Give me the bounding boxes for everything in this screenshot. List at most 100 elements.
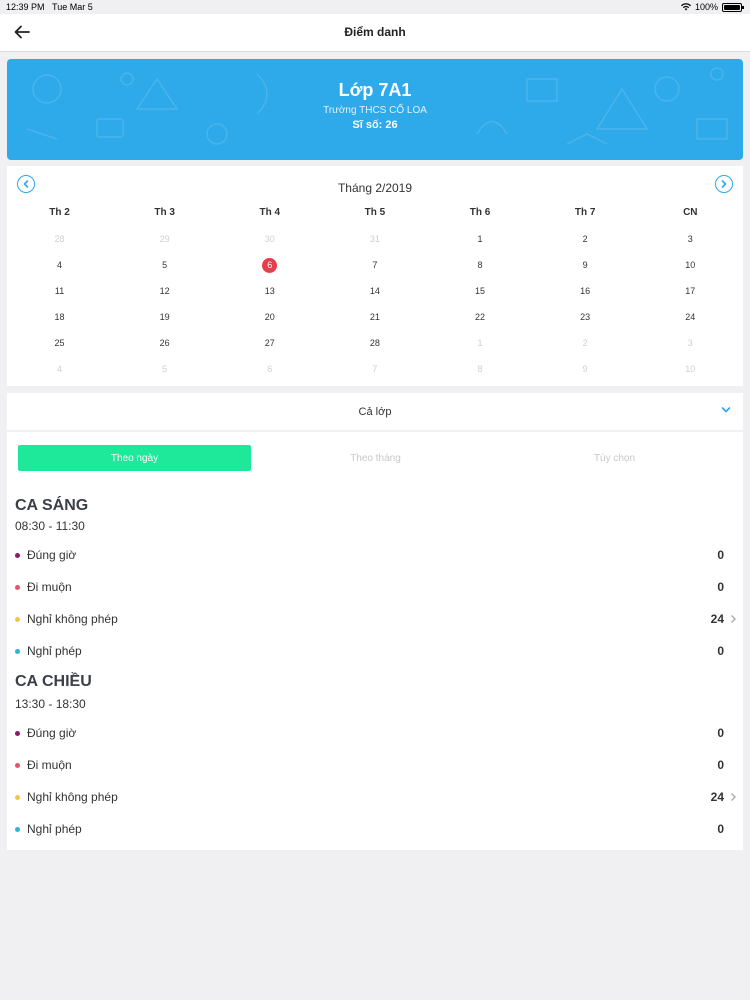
calendar-day[interactable]: 8 (428, 356, 533, 382)
weekday-label: Th 4 (259, 207, 281, 218)
day-number: 2 (582, 338, 588, 348)
calendar-day[interactable]: 14 (322, 278, 427, 304)
calendar-day[interactable]: 24 (638, 304, 743, 330)
calendar-day[interactable]: 5 (112, 252, 217, 278)
attendance-label: Nghỉ phép (27, 644, 82, 658)
wifi-icon (680, 3, 691, 11)
day-number: 4 (57, 364, 63, 374)
attendance-row: Nghỉ phép 0 (15, 813, 743, 845)
day-number: 8 (477, 364, 483, 374)
status-dot-icon (15, 648, 20, 654)
day-number: 10 (685, 364, 696, 374)
day-number: 1 (477, 234, 483, 244)
calendar-day[interactable]: 13 (217, 278, 322, 304)
calendar-day[interactable]: 8 (428, 252, 533, 278)
tab-theo-ngay[interactable]: Theo ngày (18, 445, 251, 471)
shift-time: 13:30 - 18:30 (15, 697, 86, 711)
calendar-day[interactable]: 5 (112, 356, 217, 382)
calendar-month: Tháng 2/2019 (337, 181, 413, 195)
tab-tuy-chon[interactable]: Tùy chọn (498, 445, 731, 471)
calendar-day[interactable]: 1 (428, 330, 533, 356)
calendar: Tháng 2/2019 Th 2 Th 3 Th 4 Th 5 Th 6 Th 7 CN … (7, 166, 743, 386)
day-number: 16 (580, 286, 591, 296)
calendar-day[interactable]: 10 (638, 356, 743, 382)
chevron-right-icon (731, 615, 736, 623)
calendar-day[interactable]: 3 (638, 226, 743, 252)
calendar-day[interactable]: 30 (217, 226, 322, 252)
calendar-day[interactable]: 28 (322, 330, 427, 356)
attendance-count: 0 (717, 822, 724, 836)
day-number: 7 (372, 260, 378, 270)
day-number: 10 (685, 260, 696, 270)
calendar-day[interactable]: 4 (7, 252, 112, 278)
calendar-day[interactable]: 27 (217, 330, 322, 356)
class-filter-dropdown[interactable]: Cả lớp (7, 393, 743, 431)
weekday-header: Th 2 Th 3 Th 4 Th 5 Th 6 Th 7 CN (7, 207, 743, 218)
shift-title: CA CHIỀU (15, 673, 92, 690)
status-dot-icon (15, 794, 20, 800)
attendance-label: Nghỉ không phép (27, 612, 118, 626)
view-tabs: Theo ngày Theo tháng Tùy chọn (7, 432, 743, 488)
calendar-day[interactable]: 29 (112, 226, 217, 252)
day-number: 2 (582, 234, 588, 244)
calendar-day[interactable]: 23 (533, 304, 638, 330)
day-number: 28 (369, 338, 380, 348)
calendar-day[interactable]: 1 (428, 226, 533, 252)
attendance-count: 0 (717, 580, 724, 594)
attendance-row: Đi muộn 0 (15, 571, 743, 603)
attendance-count: 0 (717, 644, 724, 658)
day-number: 30 (264, 234, 275, 244)
day-number: 20 (264, 312, 275, 322)
calendar-day[interactable]: 15 (428, 278, 533, 304)
tab-theo-thang[interactable]: Theo tháng (259, 445, 492, 471)
calendar-day[interactable]: 12 (112, 278, 217, 304)
day-number: 9 (582, 364, 588, 374)
attendance-label: Nghỉ phép (27, 822, 82, 836)
attendance-count: 0 (717, 726, 724, 740)
calendar-day[interactable]: 31 (322, 226, 427, 252)
calendar-day[interactable]: 4 (7, 356, 112, 382)
day-number: 1 (477, 338, 483, 348)
calendar-day[interactable]: 2 (533, 330, 638, 356)
calendar-day[interactable]: 20 (217, 304, 322, 330)
calendar-day[interactable]: 6 (217, 356, 322, 382)
attendance-label: Nghỉ không phép (27, 790, 118, 804)
calendar-day[interactable]: 17 (638, 278, 743, 304)
calendar-day[interactable]: 21 (322, 304, 427, 330)
calendar-day[interactable]: 10 (638, 252, 743, 278)
calendar-day[interactable]: 9 (533, 356, 638, 382)
calendar-day[interactable]: 3 (638, 330, 743, 356)
calendar-day[interactable]: 19 (112, 304, 217, 330)
calendar-day[interactable]: 7 (322, 356, 427, 382)
class-name: Lớp 7A1 (338, 80, 412, 100)
day-number: 6 (267, 364, 273, 374)
calendar-day[interactable]: 25 (7, 330, 112, 356)
day-number: 24 (685, 312, 696, 322)
attendance-row: Nghỉ phép 0 (15, 635, 743, 667)
chevron-right-icon (721, 180, 727, 188)
calendar-day[interactable]: 22 (428, 304, 533, 330)
day-number: 5 (162, 260, 168, 270)
day-number: 3 (687, 234, 693, 244)
next-month-button[interactable] (715, 175, 733, 193)
school-name: Trường THCS CỔ LOA (323, 105, 427, 116)
calendar-day[interactable]: 2 (533, 226, 638, 252)
day-number: 3 (687, 338, 693, 348)
attendance-row[interactable]: Nghỉ không phép 24 (15, 603, 743, 635)
calendar-day[interactable]: 18 (7, 304, 112, 330)
attendance-row[interactable]: Nghỉ không phép 24 (15, 781, 743, 813)
attendance-row: Đúng giờ 0 (15, 717, 743, 749)
calendar-day-selected[interactable]: 6 (217, 252, 322, 278)
calendar-day[interactable]: 9 (533, 252, 638, 278)
day-number: 23 (580, 312, 591, 322)
calendar-day[interactable]: 16 (533, 278, 638, 304)
calendar-day[interactable]: 26 (112, 330, 217, 356)
day-number: 14 (369, 286, 380, 296)
calendar-day[interactable]: 7 (322, 252, 427, 278)
status-dot-icon (15, 826, 20, 832)
calendar-day[interactable]: 11 (7, 278, 112, 304)
calendar-day[interactable]: 28 (7, 226, 112, 252)
chevron-down-icon (721, 407, 731, 413)
shift-block: CA SÁNG 08:30 - 11:30 Đúng giờ 0 Đi muộn 0 Ngh… (7, 488, 743, 667)
day-number: 26 (159, 338, 170, 348)
